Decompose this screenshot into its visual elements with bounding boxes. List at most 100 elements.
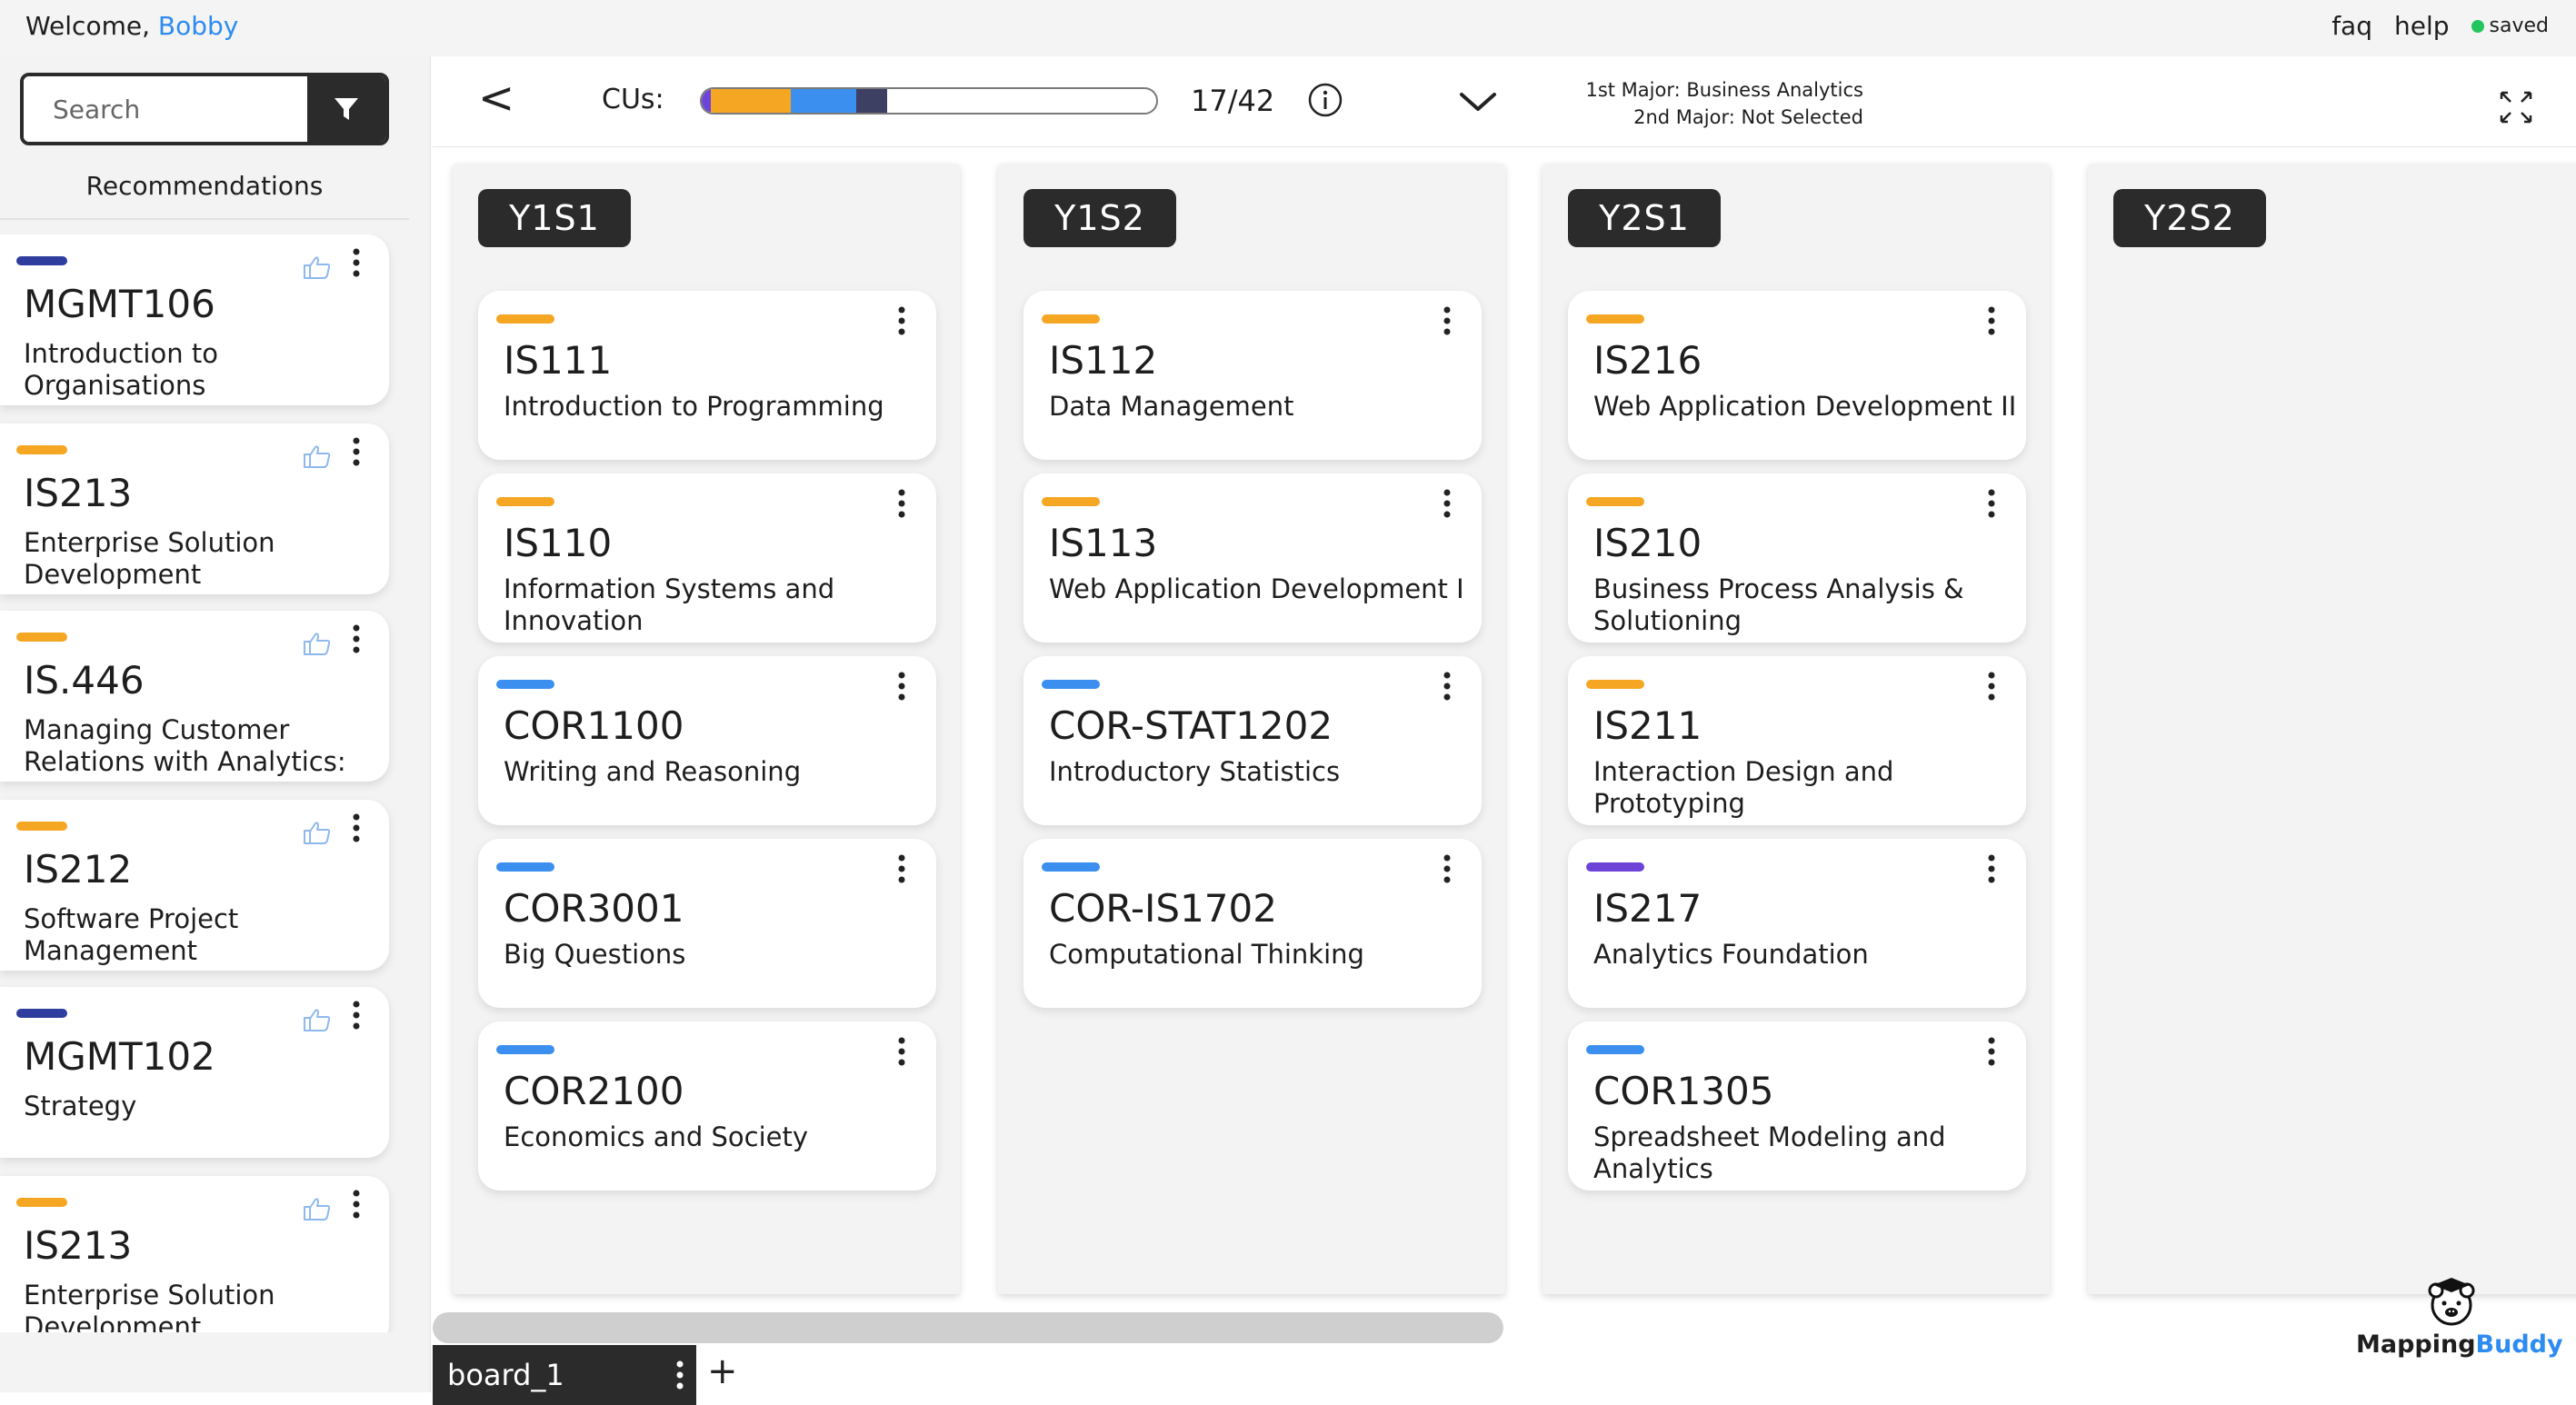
course-card[interactable]: IS111 Introduction to Programming [478, 291, 936, 460]
category-color-bar [496, 862, 554, 872]
course-card[interactable]: IS217 Analytics Foundation [1568, 839, 2026, 1008]
top-links: faq help saved [2331, 11, 2549, 41]
search-input[interactable] [24, 76, 311, 142]
course-name: Analytics Foundation [1593, 939, 1869, 970]
second-major: 2nd Major: Not Selected [1633, 106, 1863, 128]
more-options-icon[interactable] [351, 1000, 362, 1031]
course-card[interactable]: IS110 Information Systems and Innovation [478, 473, 936, 643]
add-board-button[interactable]: + [707, 1350, 738, 1392]
more-options-icon[interactable] [1442, 305, 1453, 336]
course-name: Computational Thinking [1049, 939, 1364, 970]
course-code: IS111 [504, 338, 613, 383]
course-name: Introduction to Programming [504, 391, 884, 422]
recommendation-card[interactable]: MGMT106 Introduction to Organisations [0, 234, 389, 405]
course-code: IS213 [24, 1223, 133, 1268]
cu-progress-bar [700, 87, 1158, 115]
save-status: saved [2471, 15, 2549, 37]
cu-count: 17/42 [1191, 84, 1275, 118]
course-card[interactable]: IS210 Business Process Analysis & Solutio… [1568, 473, 2026, 643]
welcome-prefix: Welcome, [25, 11, 150, 41]
course-card[interactable]: COR1100 Writing and Reasoning [478, 656, 936, 825]
saved-indicator-dot [2471, 19, 2484, 33]
recommendation-card[interactable]: IS213 Enterprise Solution Development [0, 423, 389, 594]
recommendations-list[interactable]: MGMT106 Introduction to Organisations IS21… [0, 234, 411, 1332]
progress-segment-blue [791, 89, 856, 113]
course-name: Software Project Management [24, 903, 239, 966]
more-options-icon[interactable] [896, 488, 907, 519]
filter-button[interactable] [307, 76, 385, 142]
more-options-icon[interactable] [1986, 488, 1997, 519]
more-options-icon[interactable] [896, 1036, 907, 1067]
expand-icon[interactable] [2498, 89, 2534, 125]
more-options-icon[interactable] [896, 671, 907, 702]
more-options-icon[interactable] [1986, 1036, 1997, 1067]
category-color-bar [1586, 497, 1644, 506]
category-color-bar [1586, 314, 1644, 324]
category-color-bar [1042, 314, 1100, 324]
course-name: Economics and Society [504, 1121, 809, 1152]
more-options-icon[interactable] [1986, 853, 1997, 884]
course-name: Spreadsheet Modeling and Analytics [1593, 1121, 1946, 1184]
back-button[interactable]: < [478, 73, 514, 124]
course-card[interactable]: COR-STAT1202 Introductory Statistics [1023, 656, 1482, 825]
more-options-icon[interactable] [1442, 488, 1453, 519]
course-code: IS.446 [24, 658, 145, 702]
course-card[interactable]: IS216 Web Application Development II [1568, 291, 2026, 460]
progress-segment-orange [711, 89, 791, 113]
horizontal-scrollbar[interactable] [433, 1312, 1503, 1343]
course-name: Strategy [24, 1091, 137, 1121]
course-card[interactable]: COR1305 Spreadsheet Modeling and Analytic… [1568, 1021, 2026, 1191]
semester-column: Y2S2 [2088, 164, 2576, 1294]
more-options-icon[interactable] [351, 812, 362, 843]
course-card[interactable]: COR3001 Big Questions [478, 839, 936, 1008]
course-code: COR3001 [504, 886, 684, 931]
info-icon[interactable] [1307, 82, 1343, 118]
thumbs-up-icon[interactable] [302, 254, 333, 280]
thumbs-up-icon[interactable] [302, 820, 333, 845]
course-name: Information Systems and Innovation [504, 573, 835, 636]
divider [0, 218, 409, 220]
semester-label: Y1S1 [478, 189, 631, 247]
more-options-icon[interactable] [1986, 305, 1997, 336]
more-options-icon[interactable] [674, 1360, 685, 1390]
thumbs-up-icon[interactable] [302, 443, 333, 469]
course-card[interactable]: IS112 Data Management [1023, 291, 1482, 460]
chevron-down-icon[interactable] [1458, 89, 1498, 115]
recommendation-card[interactable]: IS213 Enterprise Solution Development [0, 1176, 389, 1332]
more-options-icon[interactable] [351, 436, 362, 467]
category-color-bar [496, 497, 554, 506]
course-card[interactable]: COR2100 Economics and Society [478, 1021, 936, 1191]
more-options-icon[interactable] [1442, 853, 1453, 884]
faq-link[interactable]: faq [2331, 11, 2372, 41]
course-name: Enterprise Solution Development [24, 527, 275, 590]
more-options-icon[interactable] [896, 853, 907, 884]
course-card[interactable]: IS211 Interaction Design and Prototyping [1568, 656, 2026, 825]
more-options-icon[interactable] [1986, 671, 1997, 702]
help-link[interactable]: help [2394, 11, 2450, 41]
course-card[interactable]: IS113 Web Application Development I [1023, 473, 1482, 643]
course-name: Introductory Statistics [1049, 756, 1341, 787]
recommendation-card[interactable]: IS.446 Managing Customer Relations with A… [0, 611, 389, 782]
more-options-icon[interactable] [351, 247, 362, 278]
more-options-icon[interactable] [351, 1189, 362, 1220]
recommendation-card[interactable]: MGMT102 Strategy [0, 987, 389, 1158]
thumbs-up-icon[interactable] [302, 631, 333, 656]
course-code: IS113 [1049, 521, 1158, 565]
course-name: Enterprise Solution Development [24, 1280, 275, 1332]
thumbs-up-icon[interactable] [302, 1007, 333, 1032]
app-logo: MappingBuddy [2356, 1274, 2563, 1365]
course-code: MGMT102 [24, 1034, 215, 1079]
course-code: IS216 [1593, 338, 1702, 383]
board-tab[interactable]: board_1 [433, 1345, 696, 1405]
semester-column: Y1S1 IS111 Introduction to Programming IS11… [453, 164, 960, 1294]
more-options-icon[interactable] [351, 623, 362, 654]
course-name: Big Questions [504, 939, 686, 970]
more-options-icon[interactable] [1442, 671, 1453, 702]
thumbs-up-icon[interactable] [302, 1196, 333, 1221]
brand-name-part1: Mapping [2356, 1330, 2476, 1359]
more-options-icon[interactable] [896, 305, 907, 336]
recommendation-card[interactable]: IS212 Software Project Management [0, 800, 389, 971]
user-name[interactable]: Bobby [158, 11, 238, 41]
course-card[interactable]: COR-IS1702 Computational Thinking [1023, 839, 1482, 1008]
sidebar: Recommendations MGMT106 Introduction to O… [0, 56, 431, 1392]
